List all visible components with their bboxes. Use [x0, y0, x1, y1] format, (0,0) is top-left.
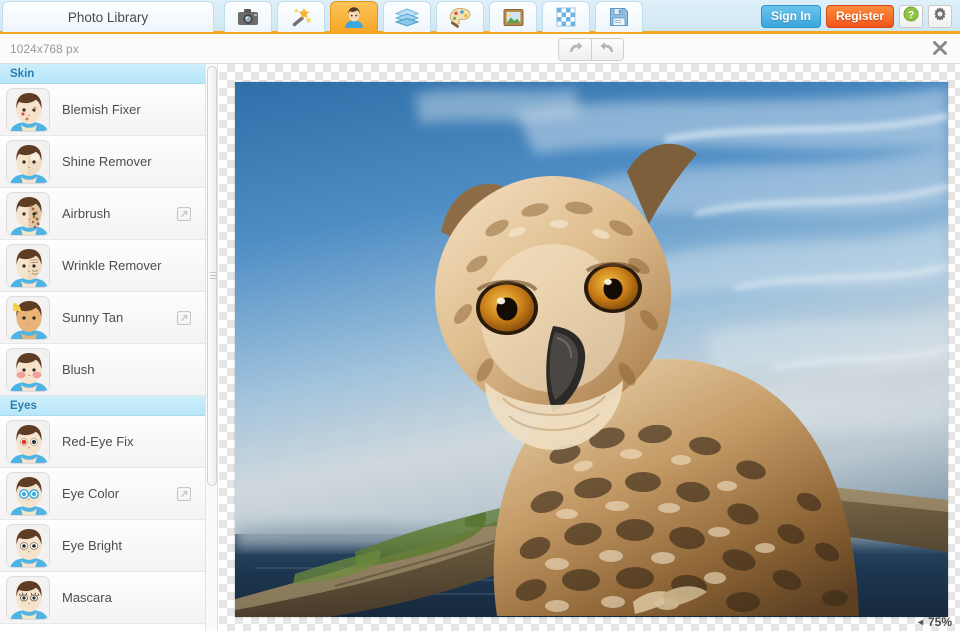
- effect-label: Sunny Tan: [62, 310, 123, 325]
- tab-touch-up[interactable]: [330, 1, 378, 32]
- document-toolbar: 1024x768 px: [0, 34, 960, 64]
- tool-tab-group: [224, 0, 648, 32]
- effect-label: Mascara: [62, 590, 112, 605]
- tab-magic-wand[interactable]: [277, 1, 325, 32]
- account-controls: Sign In Register ?: [761, 5, 952, 28]
- effect-label: Wrinkle Remover: [62, 258, 161, 273]
- magic-wand-icon: [290, 7, 312, 27]
- zoom-level-indicator[interactable]: ◂ 75%: [918, 615, 952, 629]
- effect-label: Eye Bright: [62, 538, 122, 553]
- canvas-area[interactable]: ◂ 75%: [219, 64, 960, 631]
- popout-icon[interactable]: [177, 311, 191, 325]
- effect-label: Blemish Fixer: [62, 102, 141, 117]
- effect-item-blush[interactable]: Blush: [0, 344, 205, 396]
- effect-label: Red-Eye Fix: [62, 434, 134, 449]
- help-button[interactable]: ?: [899, 5, 923, 28]
- close-button[interactable]: [930, 40, 950, 60]
- tab-camera[interactable]: [224, 1, 272, 32]
- tab-textures[interactable]: [542, 1, 590, 32]
- close-x-icon: [932, 40, 948, 61]
- popout-icon[interactable]: [177, 487, 191, 501]
- effect-item-sunny-tan[interactable]: Sunny Tan: [0, 292, 205, 344]
- effect-item-shine-remover[interactable]: Shine Remover: [0, 136, 205, 188]
- svg-text:?: ?: [908, 10, 914, 21]
- picture-frame-icon: [503, 8, 524, 27]
- face-airbrush-thumbnail: [6, 192, 50, 236]
- floppy-disk-icon: [609, 7, 629, 27]
- history-button-group: [558, 38, 624, 61]
- effects-sidebar[interactable]: Skin Blemish Fixer Shine Remover Airbrush Wr…: [0, 64, 206, 631]
- face-mascara-thumbnail: [6, 576, 50, 620]
- checker-pattern-icon: [556, 7, 576, 27]
- face-eyebright-thumbnail: [6, 524, 50, 568]
- section-header-eyes[interactable]: Eyes: [0, 396, 205, 416]
- tab-layers[interactable]: [383, 1, 431, 32]
- effect-item-blemish-fixer[interactable]: Blemish Fixer: [0, 84, 205, 136]
- effect-item-eye-bright[interactable]: Eye Bright: [0, 520, 205, 572]
- sidebar-scrollbar-thumb[interactable]: [207, 66, 217, 486]
- effect-item-mascara[interactable]: Mascara: [0, 572, 205, 624]
- sidebar-scrollbar-track[interactable]: [206, 64, 218, 631]
- face-tan-thumbnail: [6, 296, 50, 340]
- owl-photograph: [235, 82, 948, 617]
- tab-photo-library[interactable]: Photo Library: [2, 1, 214, 32]
- effect-item-wrinkle-remover[interactable]: Wrinkle Remover: [0, 240, 205, 292]
- gear-icon: [932, 6, 948, 27]
- popout-icon[interactable]: [177, 207, 191, 221]
- photo-editor-window: Photo Library: [0, 0, 960, 631]
- photo-canvas[interactable]: [235, 82, 948, 617]
- settings-button[interactable]: [928, 5, 952, 28]
- palette-icon: [449, 7, 472, 28]
- effect-label: Eye Color: [62, 486, 119, 501]
- tab-paint[interactable]: [436, 1, 484, 32]
- image-dimensions-label: 1024x768 px: [10, 42, 79, 56]
- layers-icon: [395, 7, 419, 27]
- effect-label: Blush: [62, 362, 95, 377]
- question-mark-icon: ?: [903, 6, 919, 27]
- top-toolbar: Photo Library: [0, 0, 960, 34]
- face-wrinkle-thumbnail: [6, 244, 50, 288]
- section-header-skin[interactable]: Skin: [0, 64, 205, 84]
- zoom-level-label: 75%: [928, 615, 952, 629]
- face-blush-thumbnail: [6, 348, 50, 392]
- effect-label: Shine Remover: [62, 154, 152, 169]
- redo-arrow-icon: [599, 41, 616, 59]
- effect-item-airbrush[interactable]: Airbrush: [0, 188, 205, 240]
- face-eyecolor-thumbnail: [6, 472, 50, 516]
- tab-save[interactable]: [595, 1, 643, 32]
- effect-item-eye-color[interactable]: Eye Color: [0, 468, 205, 520]
- person-icon: [343, 6, 365, 28]
- redo-button[interactable]: [591, 39, 623, 60]
- zoom-decrease-icon[interactable]: ◂: [918, 617, 923, 628]
- tab-frames[interactable]: [489, 1, 537, 32]
- undo-arrow-icon: [567, 41, 584, 59]
- face-redeye-thumbnail: [6, 420, 50, 464]
- camera-icon: [237, 8, 259, 26]
- undo-button[interactable]: [559, 39, 591, 60]
- face-shine-thumbnail: [6, 140, 50, 184]
- effect-item-red-eye-fix[interactable]: Red-Eye Fix: [0, 416, 205, 468]
- register-button[interactable]: Register: [826, 5, 894, 28]
- sign-in-button[interactable]: Sign In: [761, 5, 821, 28]
- face-blemish-thumbnail: [6, 88, 50, 132]
- scrollbar-grip-icon: [210, 272, 216, 280]
- effect-label: Airbrush: [62, 206, 110, 221]
- tab-photo-library-label: Photo Library: [68, 10, 148, 25]
